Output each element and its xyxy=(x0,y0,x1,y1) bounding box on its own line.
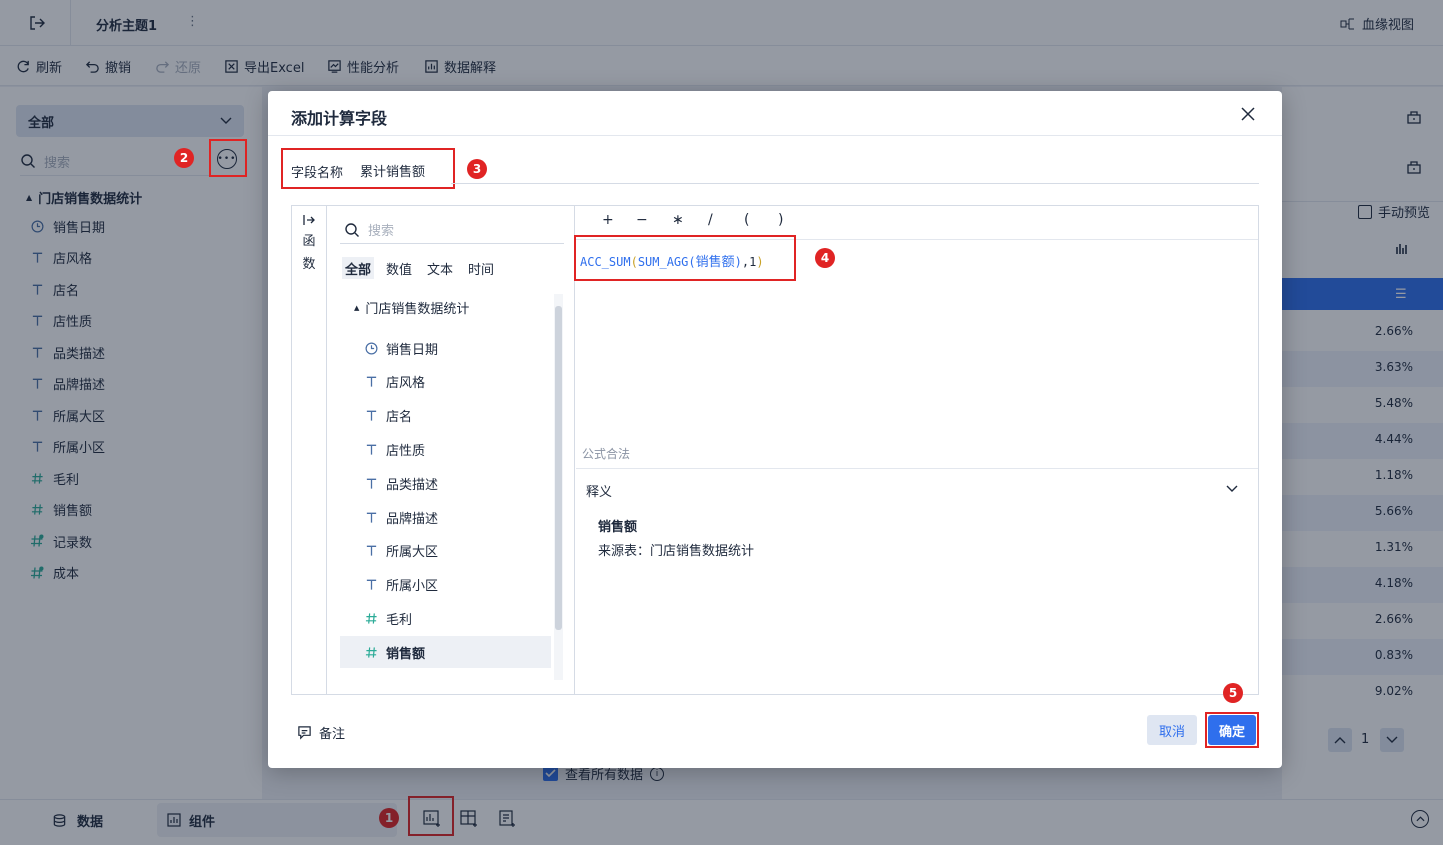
minus-operator[interactable]: − xyxy=(636,212,648,228)
divider xyxy=(576,468,1258,469)
filter-tab-text[interactable]: 文本 xyxy=(424,257,456,279)
scrollbar-thumb[interactable] xyxy=(555,306,562,630)
chevron-down-icon[interactable] xyxy=(1226,485,1238,493)
explain-source: 来源表：门店销售数据统计 xyxy=(598,544,755,559)
filter-tabs: 全部 数值 文本 时间 xyxy=(340,257,520,279)
field-list-column: 搜索 全部 数值 文本 时间 ▲ 门店销售数据统计 销售日期店风格店名店性质品类… xyxy=(328,206,575,694)
text-type-icon xyxy=(364,409,378,423)
step-badge-5: 5 xyxy=(1223,683,1243,703)
right-paren-operator[interactable]: ) xyxy=(778,212,783,228)
tree-field-label: 毛利 xyxy=(386,612,413,628)
tree-field-item[interactable]: 所属大区 xyxy=(340,535,551,567)
tree-field-label: 店性质 xyxy=(386,443,426,459)
note-label: 备注 xyxy=(319,727,346,742)
tree-field-item[interactable]: 店风格 xyxy=(340,366,551,398)
note-icon xyxy=(297,725,312,740)
tree-field-item[interactable]: 毛利 xyxy=(340,602,551,634)
tree-field-label: 店名 xyxy=(386,410,413,426)
tree-field-label: 品类描述 xyxy=(386,477,439,493)
tree-field-label: 所属小区 xyxy=(386,579,439,595)
left-paren-operator[interactable]: ( xyxy=(744,212,749,228)
function-tab-char: 函 xyxy=(302,234,316,249)
tree-field-label: 销售日期 xyxy=(386,342,439,358)
text-type-icon xyxy=(364,476,378,490)
divider xyxy=(268,135,1282,136)
formula-status: 公式合法 xyxy=(582,447,631,461)
scrollbar[interactable] xyxy=(554,294,563,680)
explain-header: 释义 xyxy=(586,485,613,500)
tree-field-item[interactable]: 店性质 xyxy=(340,433,551,465)
tree-field-item[interactable]: 品牌描述 xyxy=(340,501,551,533)
multiply-operator[interactable]: ∗ xyxy=(672,212,684,228)
tree-field-item[interactable]: 品类描述 xyxy=(340,467,551,499)
explain-field-name: 销售额 xyxy=(598,520,638,535)
plus-operator[interactable]: + xyxy=(602,212,614,228)
tree-field-label: 店风格 xyxy=(386,376,426,392)
filter-tab-all[interactable]: 全部 xyxy=(342,257,375,279)
number-type-icon xyxy=(364,611,378,625)
highlight-box-2 xyxy=(209,139,247,177)
add-calculated-field-dialog: 添加计算字段 字段名称 累计销售额 3 函 数 搜索 全部 数值 文本 时间 ▲… xyxy=(268,91,1282,768)
tree-field-label: 记录数 xyxy=(386,677,425,679)
step-badge-3: 3 xyxy=(467,159,487,179)
function-side-tab[interactable]: 函 数 xyxy=(292,206,327,694)
filter-tab-number[interactable]: 数值 xyxy=(383,257,415,279)
cancel-button[interactable]: 取消 xyxy=(1147,715,1197,745)
tree-field-item[interactable]: 记录数 xyxy=(340,670,551,678)
step-badge-2: 2 xyxy=(174,148,194,168)
tree-field-item[interactable]: 店名 xyxy=(340,400,551,432)
text-type-icon xyxy=(364,578,378,592)
tree-field-label: 所属大区 xyxy=(386,545,439,561)
text-type-icon xyxy=(364,510,378,524)
note-button[interactable]: 备注 xyxy=(297,723,345,742)
text-type-icon xyxy=(364,544,378,558)
search-icon xyxy=(344,222,360,238)
dialog-search-input[interactable]: 搜索 xyxy=(344,220,394,239)
tree-field-label: 品牌描述 xyxy=(386,511,439,527)
tree-field-item[interactable]: 所属小区 xyxy=(340,569,551,601)
function-tab-char: 数 xyxy=(302,257,316,272)
field-name-label: 字段名称 xyxy=(291,166,344,181)
text-type-icon xyxy=(364,442,378,456)
tree-field-item[interactable]: 销售额 xyxy=(340,636,551,669)
caret-down-icon: ▲ xyxy=(354,303,360,312)
highlight-box-4 xyxy=(574,235,796,281)
divider xyxy=(340,243,564,244)
dialog-field-tree: ▲ 门店销售数据统计 销售日期店风格店名店性质品类描述品牌描述所属大区所属小区毛… xyxy=(340,294,551,678)
text-type-icon xyxy=(364,375,378,389)
field-name-input[interactable]: 累计销售额 xyxy=(360,161,425,180)
clock-icon xyxy=(364,341,378,355)
tree-field-label: 销售额 xyxy=(386,646,426,662)
search-placeholder: 搜索 xyxy=(368,224,395,239)
number-type-icon xyxy=(364,645,378,659)
tree-root-label: 门店销售数据统计 xyxy=(365,302,470,317)
divide-operator[interactable]: / xyxy=(708,212,713,228)
confirm-button[interactable]: 确定 xyxy=(1208,715,1256,745)
tree-field-item[interactable]: 销售日期 xyxy=(340,332,551,364)
field-name-underline xyxy=(451,183,1259,184)
expand-icon xyxy=(303,214,315,226)
tree-root-node[interactable]: ▲ 门店销售数据统计 xyxy=(354,298,469,317)
close-icon[interactable] xyxy=(1241,107,1255,121)
step-badge-4: 4 xyxy=(815,248,835,268)
filter-tab-time[interactable]: 时间 xyxy=(465,257,497,279)
dialog-title: 添加计算字段 xyxy=(291,109,388,128)
